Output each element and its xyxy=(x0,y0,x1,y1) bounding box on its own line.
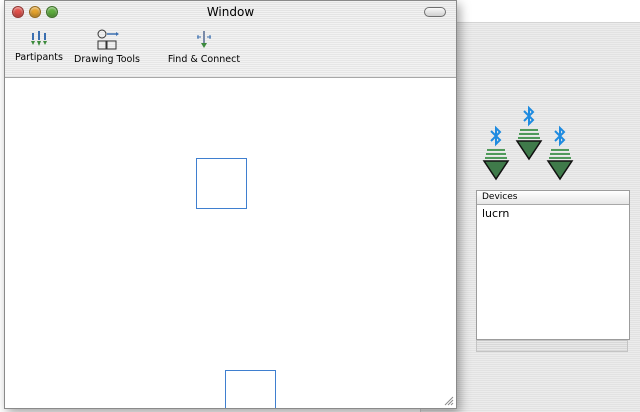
find-connect-label: Find & Connect xyxy=(167,54,241,65)
find-connect-icon xyxy=(197,31,211,48)
signal-cone-icon xyxy=(515,129,543,161)
window-title: Window xyxy=(206,5,255,19)
toolbar-toggle-button[interactable] xyxy=(424,7,446,17)
resize-grip-icon[interactable] xyxy=(442,394,454,406)
signal-cone-icon xyxy=(482,149,510,181)
signal-cone-icon xyxy=(546,149,574,181)
drawing-tools-icon xyxy=(97,29,119,50)
devices-list[interactable]: Devices lucrn xyxy=(476,190,630,340)
bluetooth-icon xyxy=(523,105,535,127)
rectangle-shape[interactable] xyxy=(196,158,247,209)
participants-icon xyxy=(31,31,47,46)
devices-header[interactable]: Devices xyxy=(477,191,629,205)
title-bar[interactable]: Window xyxy=(5,1,456,23)
drawing-canvas[interactable] xyxy=(5,78,456,408)
bluetooth-icon xyxy=(490,125,502,147)
drawing-tools-label: Drawing Tools xyxy=(74,54,140,65)
drawing-tools-button[interactable]: Drawing Tools xyxy=(69,29,145,65)
participants-button[interactable]: Partipants xyxy=(11,29,67,63)
main-window: Window Partipants Drawing Tools Find & C… xyxy=(4,0,457,409)
zoom-button[interactable] xyxy=(46,6,58,18)
devices-panel-footer xyxy=(476,340,628,352)
minimize-button[interactable] xyxy=(29,6,41,18)
rectangle-shape[interactable] xyxy=(225,370,276,408)
find-connect-button[interactable]: Find & Connect xyxy=(167,29,241,65)
bluetooth-icon xyxy=(554,125,566,147)
participants-label: Partipants xyxy=(15,52,63,63)
toolbar: Partipants Drawing Tools Find & Connect xyxy=(5,23,456,78)
bluetooth-device-icon[interactable] xyxy=(481,125,511,183)
close-button[interactable] xyxy=(12,6,24,18)
device-item-lucrn[interactable]: lucrn xyxy=(477,205,629,220)
bluetooth-device-icon[interactable] xyxy=(545,125,575,183)
bluetooth-device-icon[interactable] xyxy=(514,105,544,163)
